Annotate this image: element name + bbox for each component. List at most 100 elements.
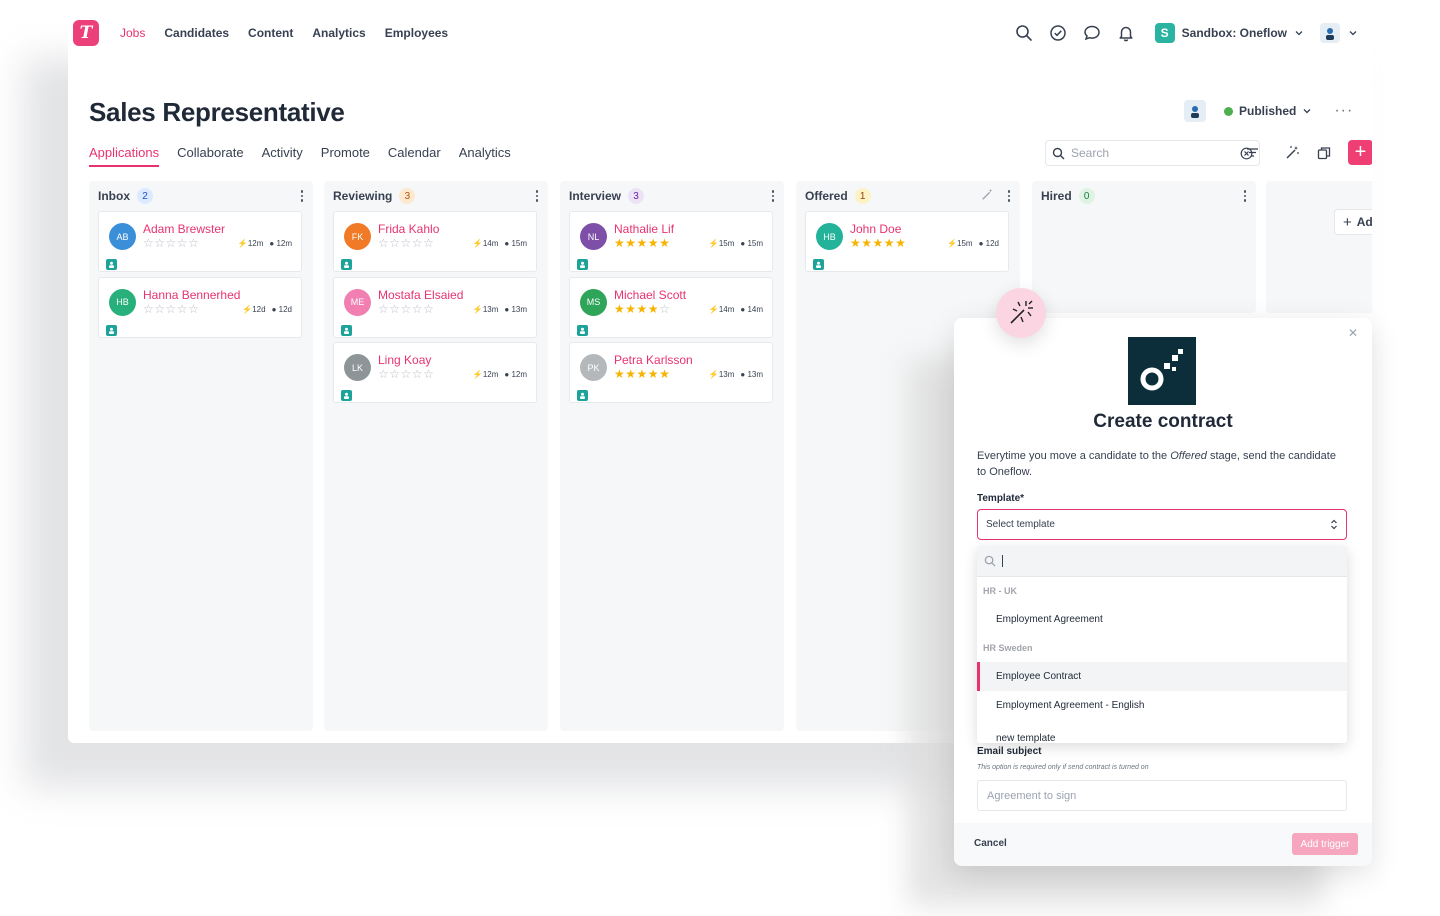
candidate-card[interactable]: HB Hanna Bennerhed ☆☆☆☆☆ ⚡12d ● 12d [98,276,302,338]
tab-activity[interactable]: Activity [262,145,303,167]
candidate-card[interactable]: ME Mostafa Elsaied ☆☆☆☆☆ ⚡13m ● 13m [333,276,537,338]
star-empty-icon[interactable]: ☆ [412,302,423,316]
star-filled-icon[interactable]: ★ [648,367,659,381]
star-filled-icon[interactable]: ★ [659,367,670,381]
candidate-card[interactable]: HB John Doe ★★★★★ ⚡15m ● 12d [805,211,1009,272]
star-filled-icon[interactable]: ★ [861,236,872,250]
candidate-rating[interactable]: ★★★★★ [614,368,670,380]
email-subject-input[interactable] [977,780,1347,811]
search-icon[interactable] [1015,24,1033,42]
star-empty-icon[interactable]: ☆ [154,302,165,316]
column-menu-icon[interactable] [1007,190,1011,202]
star-empty-icon[interactable]: ☆ [177,302,188,316]
star-empty-icon[interactable]: ☆ [401,236,412,250]
star-empty-icon[interactable]: ☆ [143,236,154,250]
more-options-icon[interactable]: ··· [1334,102,1353,120]
star-filled-icon[interactable]: ★ [648,302,659,316]
candidate-rating[interactable]: ☆☆☆☆☆ [378,237,434,249]
candidate-name[interactable]: Michael Scott [614,288,686,302]
candidate-rating[interactable]: ★★★★★ [850,237,906,249]
filter-icon[interactable] [1240,141,1264,165]
nav-analytics[interactable]: Analytics [312,26,365,40]
candidate-card[interactable]: LK Ling Koay ☆☆☆☆☆ ⚡12m ● 12m [333,342,537,403]
candidate-card[interactable]: AB Adam Brewster ☆☆☆☆☆ ⚡12m ● 12m [98,211,302,272]
tab-promote[interactable]: Promote [321,145,370,167]
search-input[interactable] [1071,146,1234,160]
star-empty-icon[interactable]: ☆ [143,302,154,316]
notifications-bell-icon[interactable] [1117,24,1135,42]
candidate-name[interactable]: Frida Kahlo [378,222,439,236]
star-filled-icon[interactable]: ★ [637,367,648,381]
tab-calendar[interactable]: Calendar [388,145,441,167]
nav-jobs[interactable]: Jobs [120,26,145,40]
candidate-name[interactable]: Adam Brewster [143,222,225,236]
candidate-rating[interactable]: ☆☆☆☆☆ [378,368,434,380]
star-filled-icon[interactable]: ★ [625,236,636,250]
candidate-rating[interactable]: ☆☆☆☆☆ [143,237,199,249]
star-empty-icon[interactable]: ☆ [423,367,434,381]
tab-applications[interactable]: Applications [89,145,160,167]
star-empty-icon[interactable]: ☆ [659,302,670,316]
nav-candidates[interactable]: Candidates [164,26,229,40]
star-empty-icon[interactable]: ☆ [166,236,177,250]
candidate-card[interactable]: NL Nathalie Lif ★★★★★ ⚡15m ● 15m [569,211,773,272]
star-filled-icon[interactable]: ★ [895,236,906,250]
column-menu-icon[interactable] [300,190,304,202]
star-filled-icon[interactable]: ★ [614,367,625,381]
dropdown-item[interactable]: Employment Agreement - English [977,691,1347,720]
star-filled-icon[interactable]: ★ [637,236,648,250]
magic-wand-icon[interactable] [981,188,994,206]
nav-employees[interactable]: Employees [385,26,448,40]
star-filled-icon[interactable]: ★ [637,302,648,316]
star-filled-icon[interactable]: ★ [873,236,884,250]
nav-content[interactable]: Content [248,26,293,40]
dropdown-item[interactable]: new template [977,720,1347,743]
star-empty-icon[interactable]: ☆ [412,236,423,250]
star-filled-icon[interactable]: ★ [614,236,625,250]
star-filled-icon[interactable]: ★ [614,302,625,316]
user-menu[interactable] [1320,23,1358,43]
star-filled-icon[interactable]: ★ [648,236,659,250]
todo-check-icon[interactable] [1049,24,1067,42]
column-menu-icon[interactable] [535,190,539,202]
candidate-rating[interactable]: ☆☆☆☆☆ [378,303,434,315]
star-empty-icon[interactable]: ☆ [177,236,188,250]
tab-analytics[interactable]: Analytics [459,145,511,167]
star-empty-icon[interactable]: ☆ [389,236,400,250]
candidate-card[interactable]: PK Petra Karlsson ★★★★★ ⚡13m ● 13m [569,342,773,403]
cancel-button[interactable]: Cancel [974,838,1007,849]
candidate-rating[interactable]: ☆☆☆☆☆ [143,303,199,315]
star-filled-icon[interactable]: ★ [625,302,636,316]
star-empty-icon[interactable]: ☆ [389,302,400,316]
close-icon[interactable]: ✕ [1348,326,1358,340]
star-empty-icon[interactable]: ☆ [389,367,400,381]
star-empty-icon[interactable]: ☆ [423,302,434,316]
dropdown-item-selected[interactable]: Employee Contract [977,662,1347,691]
candidate-name[interactable]: Petra Karlsson [614,353,693,367]
star-empty-icon[interactable]: ☆ [401,367,412,381]
candidate-name[interactable]: Ling Koay [378,353,431,367]
star-empty-icon[interactable]: ☆ [401,302,412,316]
star-empty-icon[interactable]: ☆ [378,302,389,316]
star-empty-icon[interactable]: ☆ [378,367,389,381]
candidate-card[interactable]: MS Michael Scott ★★★★☆ ⚡14m ● 14m [569,276,773,338]
candidate-card[interactable]: FK Frida Kahlo ☆☆☆☆☆ ⚡14m ● 15m [333,211,537,272]
org-switcher[interactable]: S Sandbox: Oneflow [1154,23,1304,43]
star-filled-icon[interactable]: ★ [850,236,861,250]
copy-icon[interactable] [1312,141,1336,165]
candidate-name[interactable]: Hanna Bennerhed [143,288,240,302]
star-empty-icon[interactable]: ☆ [188,236,199,250]
star-empty-icon[interactable]: ☆ [166,302,177,316]
recruiter-avatar[interactable] [1184,100,1206,122]
dropdown-search[interactable] [977,546,1347,577]
column-menu-icon[interactable] [771,190,775,202]
star-empty-icon[interactable]: ☆ [188,302,199,316]
tab-collaborate[interactable]: Collaborate [177,145,244,167]
star-filled-icon[interactable]: ★ [884,236,895,250]
dropdown-item[interactable]: Employment Agreement [977,605,1347,634]
candidate-name[interactable]: Mostafa Elsaied [378,288,463,302]
messages-icon[interactable] [1083,24,1101,42]
candidate-rating[interactable]: ★★★★☆ [614,303,670,315]
candidate-name[interactable]: John Doe [850,222,901,236]
template-select[interactable]: Select template [977,509,1347,540]
